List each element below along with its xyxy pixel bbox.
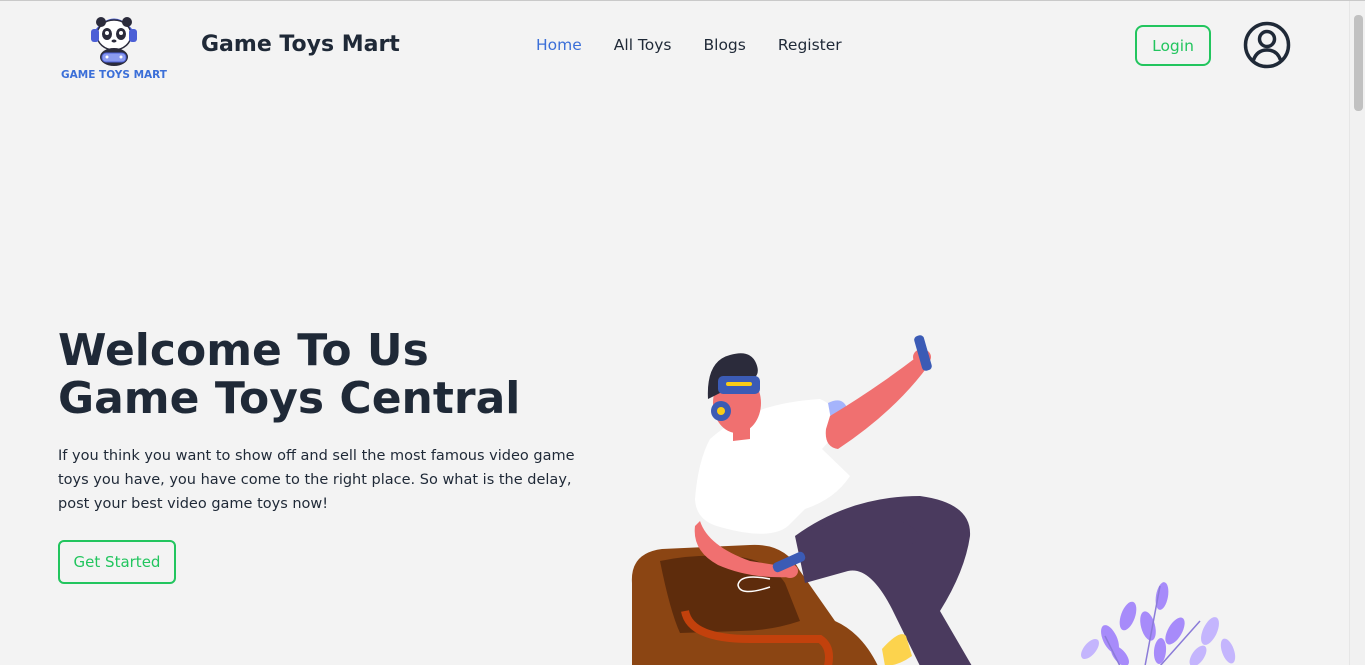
hero-title-line1: Welcome To Us: [58, 325, 429, 376]
hero-description: If you think you want to show off and se…: [58, 448, 575, 512]
user-circle-icon: [1243, 21, 1291, 69]
main-menu: Home All Toys Blogs Register: [536, 36, 842, 54]
get-started-button[interactable]: Get Started: [58, 540, 176, 584]
nav-register[interactable]: Register: [778, 36, 842, 54]
login-button[interactable]: Login: [1135, 25, 1211, 66]
vr-gamer-illustration: [631, 335, 1236, 665]
nav-blogs[interactable]: Blogs: [704, 36, 746, 54]
user-avatar[interactable]: [1243, 21, 1291, 69]
nav-all-toys[interactable]: All Toys: [614, 36, 672, 54]
nav-home[interactable]: Home: [536, 36, 582, 54]
hero-title: Welcome To Us Game Toys Central: [58, 327, 618, 423]
panda-logo-icon: [91, 17, 137, 66]
logo-text: GAME TOYS MART: [61, 69, 167, 81]
scrollbar-thumb[interactable]: [1354, 15, 1363, 111]
brand-name[interactable]: Game Toys Mart: [201, 32, 400, 57]
navbar: GAME TOYS MART Game Toys Mart Home All T…: [0, 1, 1349, 93]
hero-title-line2: Game Toys Central: [58, 373, 521, 424]
site-logo[interactable]: GAME TOYS MART: [58, 7, 170, 87]
page-scrollbar[interactable]: [1349, 1, 1365, 665]
